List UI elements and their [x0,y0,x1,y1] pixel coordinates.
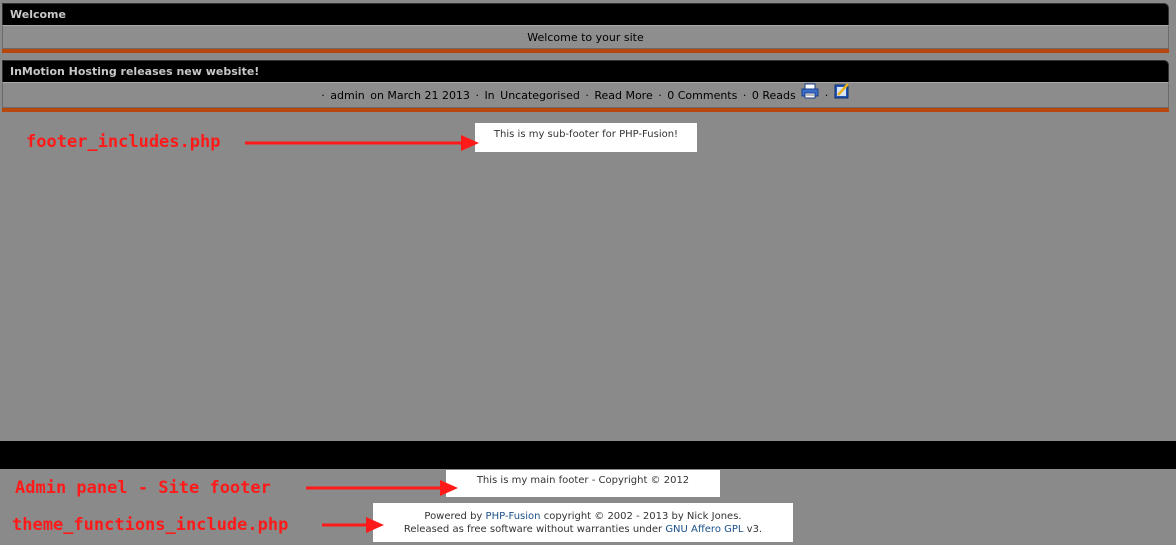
welcome-panel-body: Welcome to your site [2,25,1169,49]
main-footer: This is my main footer - Copyright © 201… [446,470,720,497]
meta-separator: · [475,88,479,102]
print-icon[interactable] [801,83,819,108]
orange-divider [2,108,1169,112]
meta-separator: · [321,88,325,102]
powered-by-footer: Powered by PHP-Fusion copyright © 2002 -… [373,503,793,542]
meta-separator: · [742,88,747,102]
arrow-icon [245,135,479,151]
author-link[interactable]: admin [330,89,364,102]
powered-by-suffix: copyright © 2002 - 2013 by Nick Jones. [543,511,742,522]
welcome-panel-title: Welcome [2,3,1169,25]
reads-count: 0 Reads [751,88,796,102]
footer-band [0,441,1176,469]
welcome-panel: Welcome Welcome to your site [2,3,1169,53]
license-suffix: v3. [746,524,763,535]
sub-footer: This is my sub-footer for PHP-Fusion! [475,123,697,152]
arrow-icon [322,517,384,533]
read-more-link[interactable]: Read More [594,89,652,102]
email-icon[interactable] [834,83,850,108]
meta-separator: · [658,88,662,102]
powered-by-prefix: Powered by [424,511,483,522]
news-meta: · admin on March 21 2013 · In Uncategori… [2,82,1169,108]
license-link[interactable]: GNU Affero GPL [665,524,743,535]
annotation-footer-includes: footer_includes.php [26,132,221,152]
meta-separator: · [824,88,829,102]
annotation-admin-panel: Admin panel - Site footer [15,478,271,498]
comments-link[interactable]: 0 Comments [667,89,737,102]
category-link[interactable]: Uncategorised [500,89,580,102]
license-prefix: Released as free software without warran… [403,524,663,535]
meta-separator: · [585,88,589,102]
powered-by-line2: Released as free software without warran… [373,523,793,536]
category-prefix: In [484,88,495,102]
annotation-theme-functions: theme_functions_include.php [12,515,289,535]
arrow-icon [306,480,458,496]
news-panel: InMotion Hosting releases new website! ·… [2,60,1169,112]
news-date: on March 21 2013 [370,88,470,102]
php-fusion-link[interactable]: PHP-Fusion [486,511,541,522]
powered-by-line1: Powered by PHP-Fusion copyright © 2002 -… [373,510,793,523]
news-title: InMotion Hosting releases new website! [2,60,1169,82]
